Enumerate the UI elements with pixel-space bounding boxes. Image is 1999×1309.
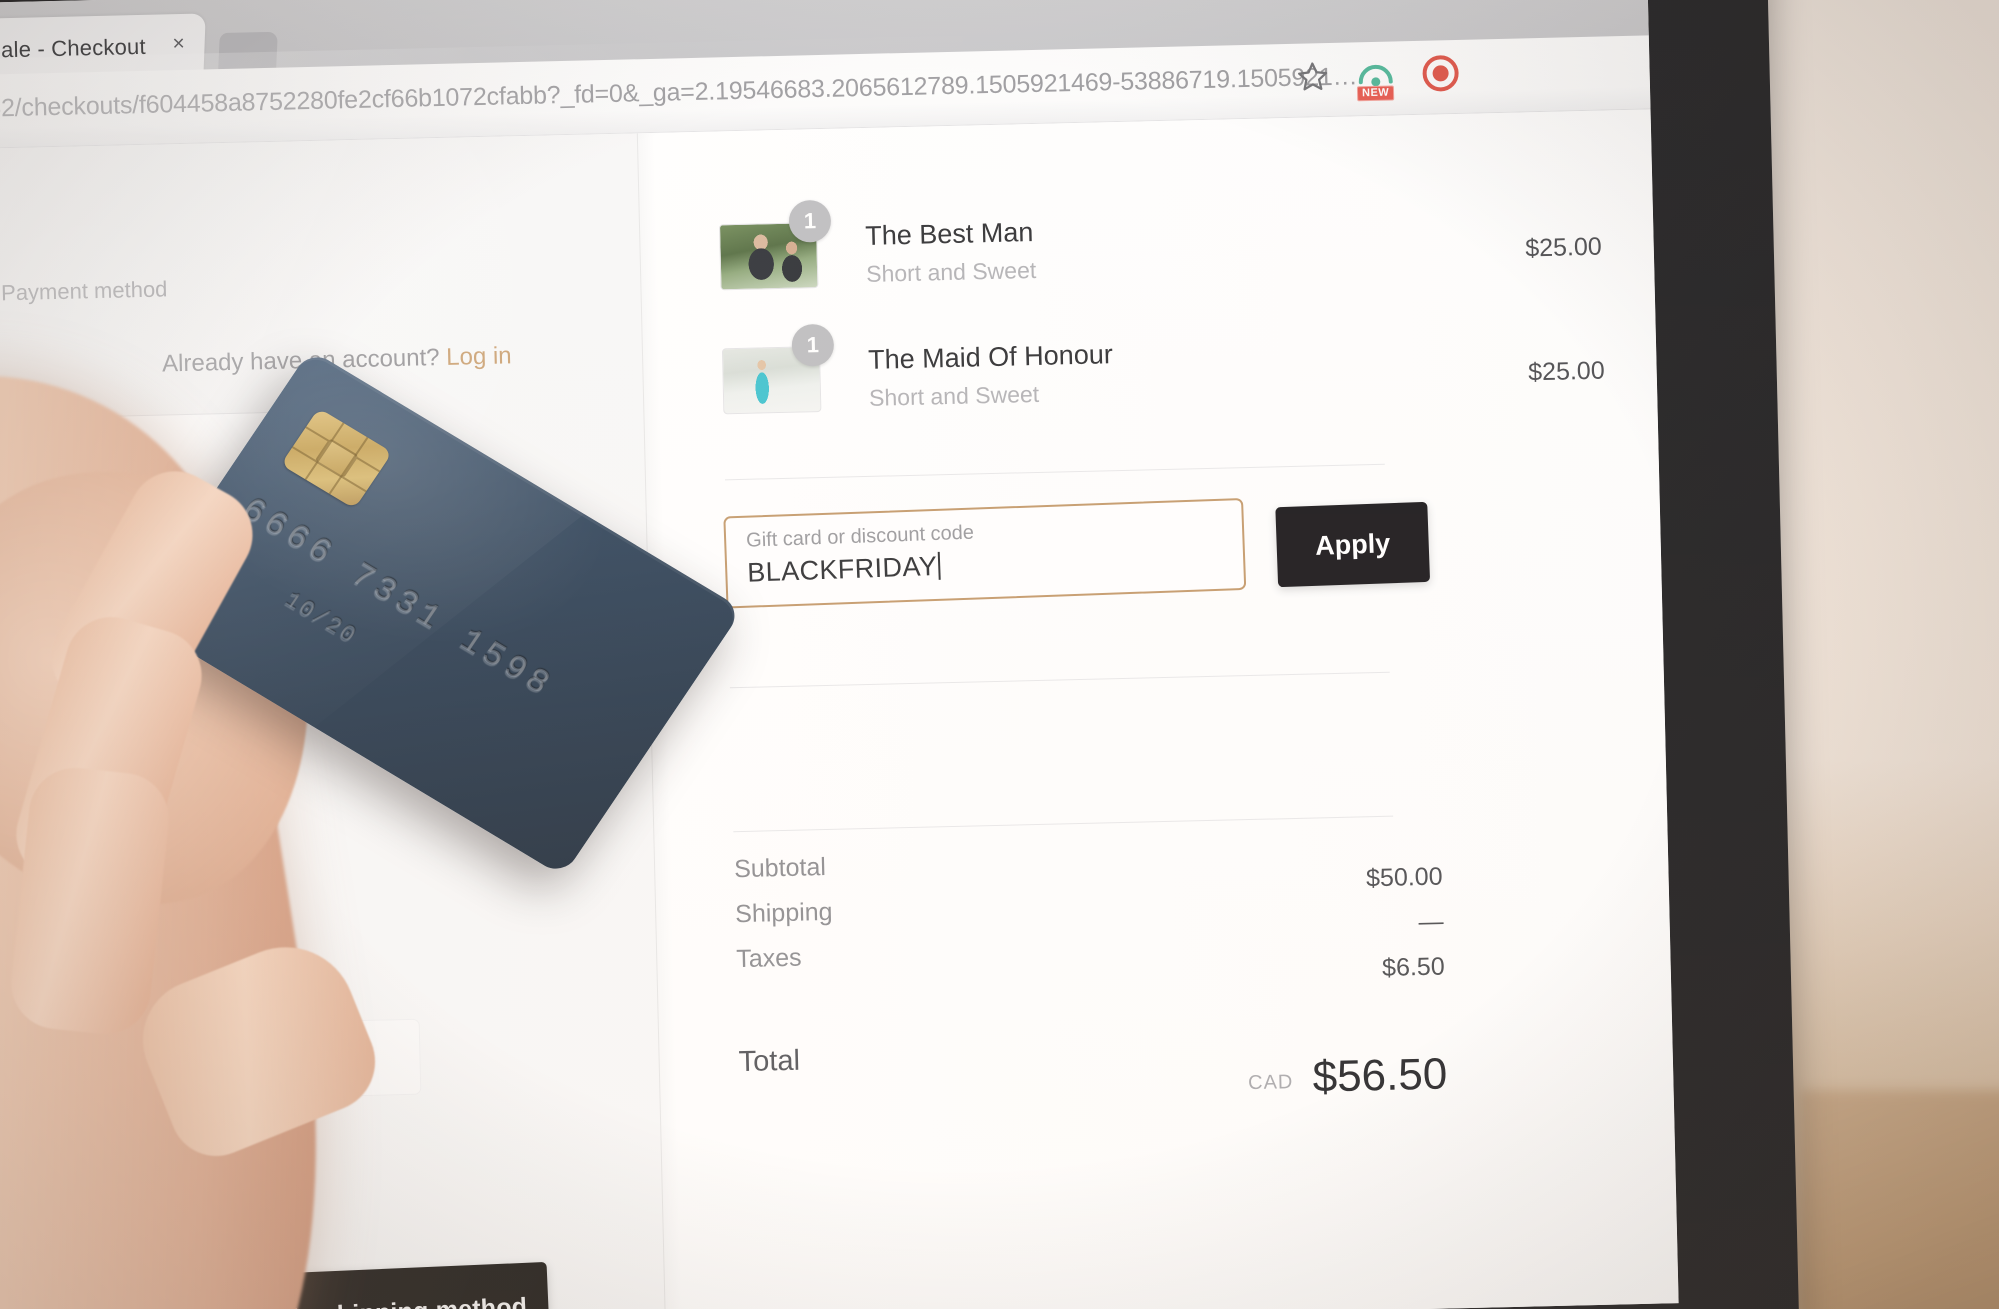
close-icon[interactable]: × <box>166 32 191 57</box>
discount-code-input[interactable]: Gift card or discount code BLACKFRIDAY <box>723 497 1247 609</box>
log-in-link[interactable]: Log in <box>446 342 512 371</box>
email-field[interactable] <box>0 408 408 499</box>
order-line-item: 1 The Maid Of Honour Short and Sweet $25… <box>721 323 1605 415</box>
account-prompt-text: Already have an account? <box>161 344 440 378</box>
browser-tab-title: ForSale - Checkout <box>0 33 147 64</box>
line-item-title: The Maid Of Honour <box>867 339 1114 375</box>
country-select-label: land <box>0 1153 15 1181</box>
browser-window: × ForSale - Checkout × <box>0 0 1679 1309</box>
line-item-title: The Best Man <box>864 216 1034 251</box>
subtotal-label: Subtotal <box>733 853 827 884</box>
new-badge-extension-icon[interactable]: NEW <box>1355 57 1396 101</box>
discount-row: Gift card or discount code BLACKFRIDAY A… <box>723 497 1431 613</box>
star-icon[interactable] <box>1295 59 1330 99</box>
taxes-value: $6.50 <box>1381 952 1445 982</box>
discount-code-text: BLACKFRIDAY <box>746 550 938 588</box>
line-item-thumbnail-wrap: 1 <box>718 199 832 291</box>
line-item-thumbnail-wrap: 1 <box>721 323 835 415</box>
breadcrumb: n › Shipping method › Payment method <box>0 276 168 312</box>
checkout-page: n › Shipping method › Payment method rma… <box>0 109 1679 1309</box>
continue-button-label: Continue to shipping method <box>174 1292 527 1309</box>
red-circle-app-icon[interactable] <box>1421 54 1460 98</box>
text-caret <box>937 551 941 580</box>
order-summary-column: 1 The Best Man Short and Sweet $25.00 1 … <box>637 109 1679 1309</box>
country-select[interactable] <box>0 1018 422 1108</box>
line-item-text: The Maid Of Honour Short and Sweet <box>868 332 1383 412</box>
divider <box>729 671 1390 689</box>
taxes-label: Taxes <box>735 943 802 974</box>
order-line-item: 1 The Best Man Short and Sweet $25.00 <box>718 199 1602 291</box>
quantity-badge: 1 <box>791 323 835 367</box>
laptop-bezel: × ForSale - Checkout × <box>0 0 1800 1309</box>
total-label: Total <box>738 1044 801 1079</box>
shipping-label: Shipping <box>734 897 833 929</box>
grand-total-row: Total CAD $56.50 <box>738 1030 1447 1136</box>
account-prompt: Already have an account? Log in <box>162 342 512 378</box>
shipping-value: — <box>1418 907 1444 937</box>
totals-list: Subtotal $50.00 Shipping — Taxes $6.50 <box>733 839 1445 990</box>
breadcrumb-item-payment-method[interactable]: Payment method <box>1 276 168 306</box>
line-item-price: $25.00 <box>1527 356 1605 387</box>
apply-discount-button[interactable]: Apply <box>1275 501 1431 588</box>
divider <box>733 815 1394 833</box>
omnibox-icon-group: NEW <box>1295 54 1460 101</box>
customer-information-column: n › Shipping method › Payment method rma… <box>0 133 665 1309</box>
laptop: × ForSale - Checkout × <box>0 0 1860 1309</box>
discount-code-value: BLACKFRIDAY <box>747 551 941 589</box>
quantity-badge: 1 <box>788 199 832 243</box>
chevron-down-icon: ▾ <box>226 1143 238 1168</box>
extension-new-badge: NEW <box>1356 84 1395 101</box>
divider <box>724 463 1385 481</box>
discount-code-label: Gift card or discount code <box>745 521 975 552</box>
line-item-price: $25.00 <box>1524 232 1603 263</box>
line-item-variant: Short and Sweet <box>865 256 1037 287</box>
apply-button-label: Apply <box>1314 527 1391 561</box>
total-amount: $56.50 <box>1312 1049 1448 1102</box>
continue-to-shipping-method-button[interactable]: Continue to shipping method <box>151 1261 551 1309</box>
currency-code: CAD <box>1247 1071 1294 1095</box>
url-text[interactable]: om/14758162/checkouts/f604458a8752280fe2… <box>0 62 1364 126</box>
shipping-address-field[interactable] <box>0 608 412 698</box>
line-item-text: The Best Man Short and Sweet <box>865 208 1380 288</box>
photo-scene: × ForSale - Checkout × <box>0 0 1999 1309</box>
line-item-variant: Short and Sweet <box>868 380 1040 411</box>
